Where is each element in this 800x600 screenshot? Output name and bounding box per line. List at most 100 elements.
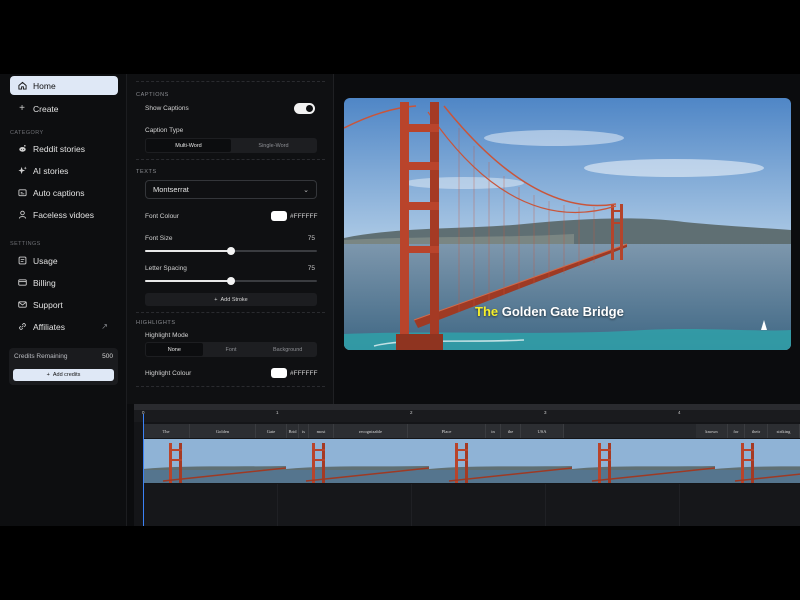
caption-word-chip[interactable]: for bbox=[728, 424, 745, 438]
highlight-mode-background[interactable]: Background bbox=[259, 343, 316, 356]
caption-word-chip[interactable]: The bbox=[143, 424, 190, 438]
sidebar: Home + Create CATEGORY Reddit stories AI… bbox=[0, 74, 127, 526]
usage-icon bbox=[16, 256, 28, 265]
video-thumbnail bbox=[715, 439, 800, 483]
caption-type-segmented: Multi-Word Single-Word bbox=[145, 138, 317, 153]
nav-affiliates-label: Affiliates bbox=[33, 321, 65, 332]
font-size-slider[interactable] bbox=[145, 247, 317, 255]
video-thumbnail bbox=[572, 439, 715, 483]
nav-faceless-videos[interactable]: Faceless vidoes bbox=[10, 205, 118, 224]
plus-icon: + bbox=[46, 372, 50, 378]
nav-affiliates[interactable]: Affiliates ↗ bbox=[10, 317, 118, 336]
font-colour-label: Font Colour bbox=[145, 213, 179, 220]
preview-caption[interactable]: The Golden Gate Bridge bbox=[475, 304, 624, 319]
caption-settings-panel: CAPTIONS Show Captions Caption Type Mult… bbox=[127, 74, 334, 404]
font-select[interactable]: Montserrat ⌄ bbox=[145, 180, 317, 199]
nav-create[interactable]: + Create bbox=[10, 99, 118, 118]
nav-auto-captions[interactable]: Auto captions bbox=[10, 183, 118, 202]
nav-home[interactable]: Home bbox=[10, 76, 118, 95]
slider-fill bbox=[145, 250, 231, 252]
caption-word-chip[interactable]: their bbox=[745, 424, 768, 438]
caption-type-label: Caption Type bbox=[145, 127, 184, 134]
caption-word-chip[interactable]: the bbox=[501, 424, 521, 438]
nav-home-label: Home bbox=[33, 80, 56, 91]
divider bbox=[136, 81, 325, 82]
nav-faceless-videos-label: Faceless vidoes bbox=[33, 209, 94, 220]
caption-word-track: The Golden Gate Brid is most recognizabl… bbox=[143, 424, 800, 438]
letter-spacing-label: Letter Spacing bbox=[145, 265, 187, 272]
video-preview[interactable]: The Golden Gate Bridge bbox=[344, 98, 791, 350]
highlights-header: HIGHLIGHTS bbox=[136, 320, 176, 326]
grid-line bbox=[545, 484, 546, 526]
nav-ai-stories[interactable]: AI stories bbox=[10, 161, 118, 180]
show-captions-toggle[interactable] bbox=[294, 103, 315, 114]
font-select-value: Montserrat bbox=[153, 185, 189, 194]
caption-word-chip[interactable]: known bbox=[696, 424, 728, 438]
plus-icon: + bbox=[19, 103, 25, 114]
caption-word-chip[interactable]: recognizable bbox=[334, 424, 408, 438]
highlight-mode-none[interactable]: None bbox=[146, 343, 203, 356]
caption-word-chip[interactable]: most bbox=[309, 424, 334, 438]
highlight-colour-value[interactable]: #FFFFFF bbox=[290, 370, 317, 377]
time-ruler[interactable]: 0 1 2 3 4 bbox=[134, 410, 800, 422]
caption-type-multi-word[interactable]: Multi-Word bbox=[146, 139, 231, 152]
nav-reddit-stories-label: Reddit stories bbox=[33, 143, 85, 154]
credits-card: Credits Remaining 500 + Add credits bbox=[9, 348, 118, 385]
font-colour-value[interactable]: #FFFFFF bbox=[290, 213, 317, 220]
divider bbox=[136, 159, 325, 160]
nav-support[interactable]: Support bbox=[10, 295, 118, 314]
add-credits-label: Add credits bbox=[52, 372, 81, 378]
add-stroke-button[interactable]: + Add Stroke bbox=[145, 293, 317, 306]
app-window: Home + Create CATEGORY Reddit stories AI… bbox=[0, 74, 800, 526]
user-icon bbox=[16, 210, 28, 219]
add-stroke-label: Add Stroke bbox=[220, 296, 248, 303]
video-thumbnail bbox=[429, 439, 572, 483]
video-thumbnail-track[interactable] bbox=[143, 439, 800, 483]
toggle-knob bbox=[306, 105, 313, 112]
nav-billing-label: Billing bbox=[33, 277, 56, 288]
nav-usage-label: Usage bbox=[33, 255, 58, 266]
highlight-mode-font[interactable]: Font bbox=[203, 343, 260, 356]
home-icon bbox=[16, 81, 28, 90]
grid-line bbox=[411, 484, 412, 526]
slider-thumb[interactable] bbox=[227, 277, 235, 285]
category-label: CATEGORY bbox=[10, 130, 44, 136]
font-size-label: Font Size bbox=[145, 235, 173, 242]
ruler-tick: 3 bbox=[544, 410, 547, 415]
credits-label: Credits Remaining bbox=[14, 353, 68, 360]
grid-line bbox=[679, 484, 680, 526]
caption-word-chip[interactable]: is bbox=[299, 424, 309, 438]
letter-spacing-slider[interactable] bbox=[145, 277, 317, 285]
highlight-colour-label: Highlight Colour bbox=[145, 370, 192, 377]
caption-word-chip[interactable]: in bbox=[486, 424, 501, 438]
nav-usage[interactable]: Usage bbox=[10, 251, 118, 270]
captions-header: CAPTIONS bbox=[136, 92, 169, 98]
external-link-icon: ↗ bbox=[101, 322, 108, 331]
font-colour-swatch[interactable] bbox=[271, 211, 287, 221]
caption-word-chip[interactable]: Golden bbox=[190, 424, 256, 438]
video-thumbnail bbox=[143, 439, 286, 483]
empty-track[interactable] bbox=[143, 484, 800, 526]
nav-billing[interactable]: Billing bbox=[10, 273, 118, 292]
highlight-colour-swatch[interactable] bbox=[271, 368, 287, 378]
ruler-tick: 2 bbox=[410, 410, 413, 415]
settings-label: SETTINGS bbox=[10, 241, 41, 247]
slider-thumb[interactable] bbox=[227, 247, 235, 255]
caption-type-single-word[interactable]: Single-Word bbox=[231, 139, 316, 152]
caption-word-chip[interactable]: striking bbox=[768, 424, 800, 438]
playhead[interactable] bbox=[143, 414, 144, 526]
nav-reddit-stories[interactable]: Reddit stories bbox=[10, 139, 118, 158]
screen: Home + Create CATEGORY Reddit stories AI… bbox=[0, 0, 800, 600]
video-thumbnail bbox=[286, 439, 429, 483]
ruler-tick: 1 bbox=[276, 410, 279, 415]
font-size-value: 75 bbox=[307, 235, 315, 242]
caption-word-chip[interactable]: Brid bbox=[287, 424, 299, 438]
caption-word-chip[interactable]: Gate bbox=[256, 424, 287, 438]
highlight-mode-segmented: None Font Background bbox=[145, 342, 317, 357]
highlight-mode-label: Highlight Mode bbox=[145, 332, 189, 339]
add-credits-button[interactable]: + Add credits bbox=[13, 369, 114, 381]
caption-word-chip[interactable]: Place bbox=[408, 424, 486, 438]
link-icon bbox=[16, 322, 28, 331]
caption-word-chip[interactable]: USA bbox=[521, 424, 564, 438]
timeline[interactable]: 0 1 2 3 4 The Golden Gate Brid is most r… bbox=[134, 404, 800, 526]
